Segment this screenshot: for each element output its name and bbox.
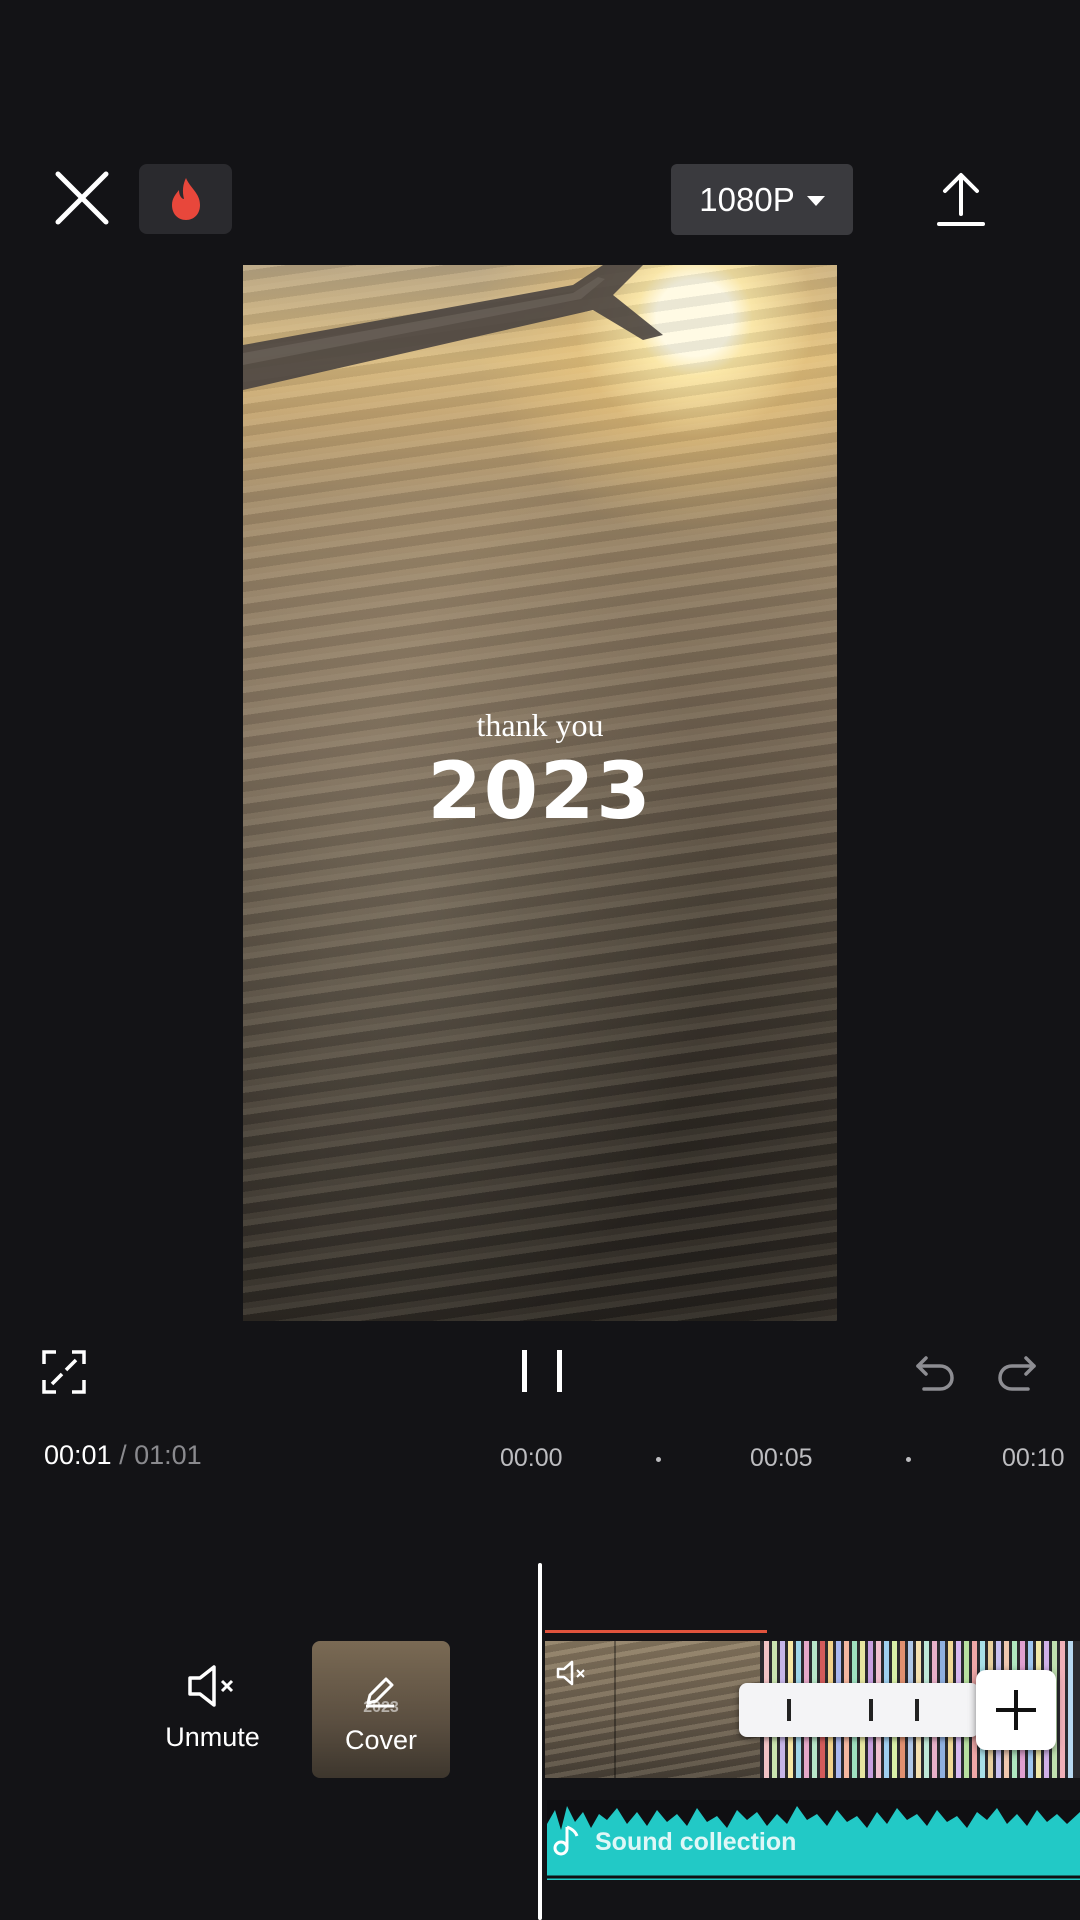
music-note-icon bbox=[553, 1825, 579, 1856]
cover-thumbnail-text: 2023 bbox=[363, 1699, 399, 1716]
resolution-label: 1080P bbox=[699, 180, 795, 218]
transition-marker bbox=[869, 1699, 873, 1721]
redo-button[interactable] bbox=[996, 1352, 1038, 1392]
undo-icon bbox=[916, 1356, 954, 1391]
fullscreen-button[interactable] bbox=[42, 1350, 86, 1394]
video-preview[interactable]: thank you 2023 bbox=[243, 265, 837, 1321]
close-button[interactable] bbox=[52, 168, 112, 228]
time-readout: 00:01 / 01:01 bbox=[44, 1440, 202, 1471]
resolution-dropdown[interactable]: 1080P bbox=[671, 164, 853, 235]
speaker-muted-icon bbox=[188, 1665, 234, 1707]
total-time: 01:01 bbox=[134, 1440, 202, 1470]
fullscreen-icon bbox=[42, 1350, 86, 1394]
time-separator: / bbox=[119, 1440, 127, 1470]
pause-icon-bar-left bbox=[522, 1350, 527, 1392]
caret-down-icon bbox=[806, 195, 825, 206]
pro-badge-button[interactable] bbox=[139, 164, 232, 234]
upload-icon bbox=[937, 173, 985, 226]
clip-muted-icon bbox=[556, 1660, 585, 1686]
cover-button[interactable]: 2023 Cover bbox=[312, 1641, 450, 1778]
airplane-wing-image bbox=[243, 265, 663, 390]
cover-label: Cover bbox=[344, 1725, 418, 1755]
export-button[interactable] bbox=[935, 170, 987, 228]
transition-marker bbox=[915, 1699, 919, 1721]
playhead[interactable] bbox=[538, 1563, 542, 1920]
overlay-subtitle: thank you bbox=[476, 707, 604, 743]
unmute-label: Unmute bbox=[165, 1722, 260, 1752]
timeline-tick: 00:00 bbox=[500, 1444, 563, 1472]
current-time: 00:01 bbox=[44, 1440, 112, 1470]
fire-icon bbox=[171, 178, 200, 220]
clip-frame-divider bbox=[614, 1641, 616, 1778]
transition-strip[interactable] bbox=[739, 1683, 979, 1737]
timeline-dot bbox=[906, 1457, 911, 1462]
plus-icon bbox=[996, 1690, 1036, 1730]
transition-marker bbox=[787, 1699, 791, 1721]
overlay-title: 2023 bbox=[427, 747, 653, 837]
undo-button[interactable] bbox=[914, 1352, 956, 1392]
audio-track-label: Sound collection bbox=[595, 1828, 797, 1856]
redo-icon bbox=[998, 1356, 1036, 1391]
unmute-button[interactable]: Unmute bbox=[150, 1658, 275, 1758]
trim-indicator-line bbox=[545, 1630, 767, 1633]
pause-button[interactable] bbox=[522, 1350, 562, 1392]
timeline-tick: 00:05 bbox=[750, 1444, 813, 1472]
pause-icon-bar-right bbox=[557, 1350, 562, 1392]
timeline-tick: 00:10 bbox=[1002, 1444, 1065, 1472]
close-icon bbox=[55, 171, 109, 225]
add-clip-button[interactable] bbox=[976, 1670, 1056, 1750]
timeline-dot bbox=[656, 1457, 661, 1462]
